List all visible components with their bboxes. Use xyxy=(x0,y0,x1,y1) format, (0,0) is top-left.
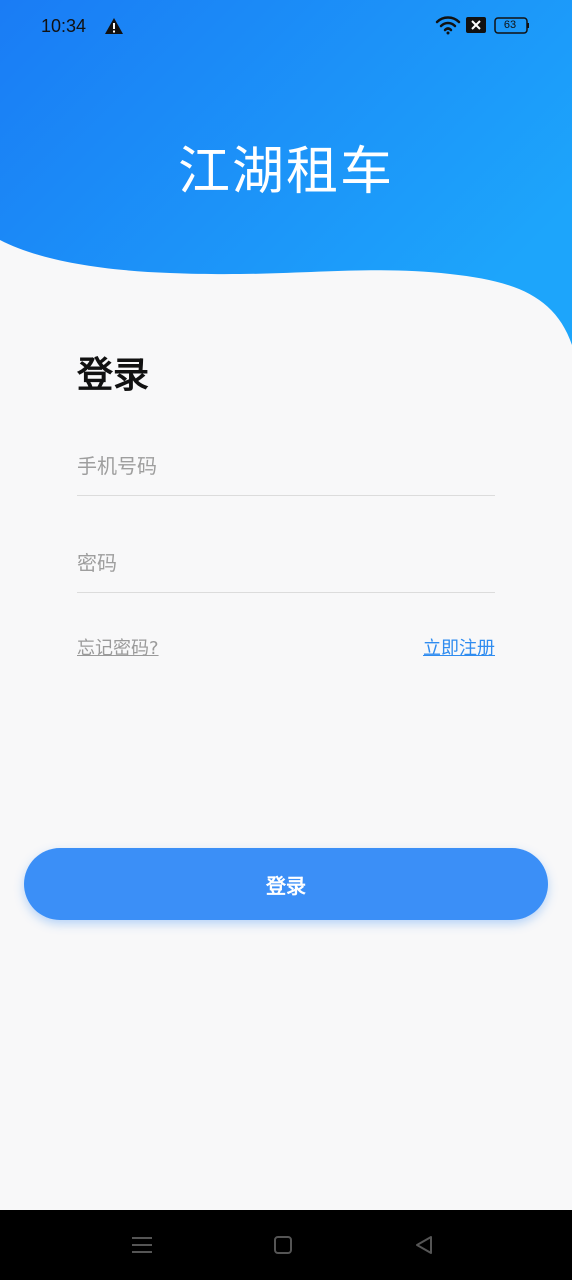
system-navigation-bar xyxy=(0,1210,572,1280)
password-field[interactable] xyxy=(77,533,495,593)
back-icon[interactable] xyxy=(412,1233,436,1257)
login-heading: 登录 xyxy=(77,355,150,396)
close-box-icon xyxy=(466,17,486,33)
password-input[interactable] xyxy=(77,533,495,592)
login-button[interactable]: 登录 xyxy=(24,848,548,920)
phone-input[interactable] xyxy=(77,436,495,495)
home-icon[interactable] xyxy=(271,1233,295,1257)
warning-icon xyxy=(105,18,123,34)
battery-icon: 63 xyxy=(494,16,530,35)
register-link[interactable]: 立即注册 xyxy=(423,636,495,662)
menu-icon[interactable] xyxy=(130,1233,154,1257)
forgot-password-link[interactable]: 忘记密码? xyxy=(77,636,159,662)
status-time: 10:34 xyxy=(41,16,87,36)
status-bar: 10:34 63 xyxy=(0,0,572,52)
battery-level: 63 xyxy=(503,19,517,31)
wifi-icon xyxy=(435,16,461,35)
app-title: 江湖租车 xyxy=(177,142,394,202)
phone-field[interactable] xyxy=(77,436,495,496)
